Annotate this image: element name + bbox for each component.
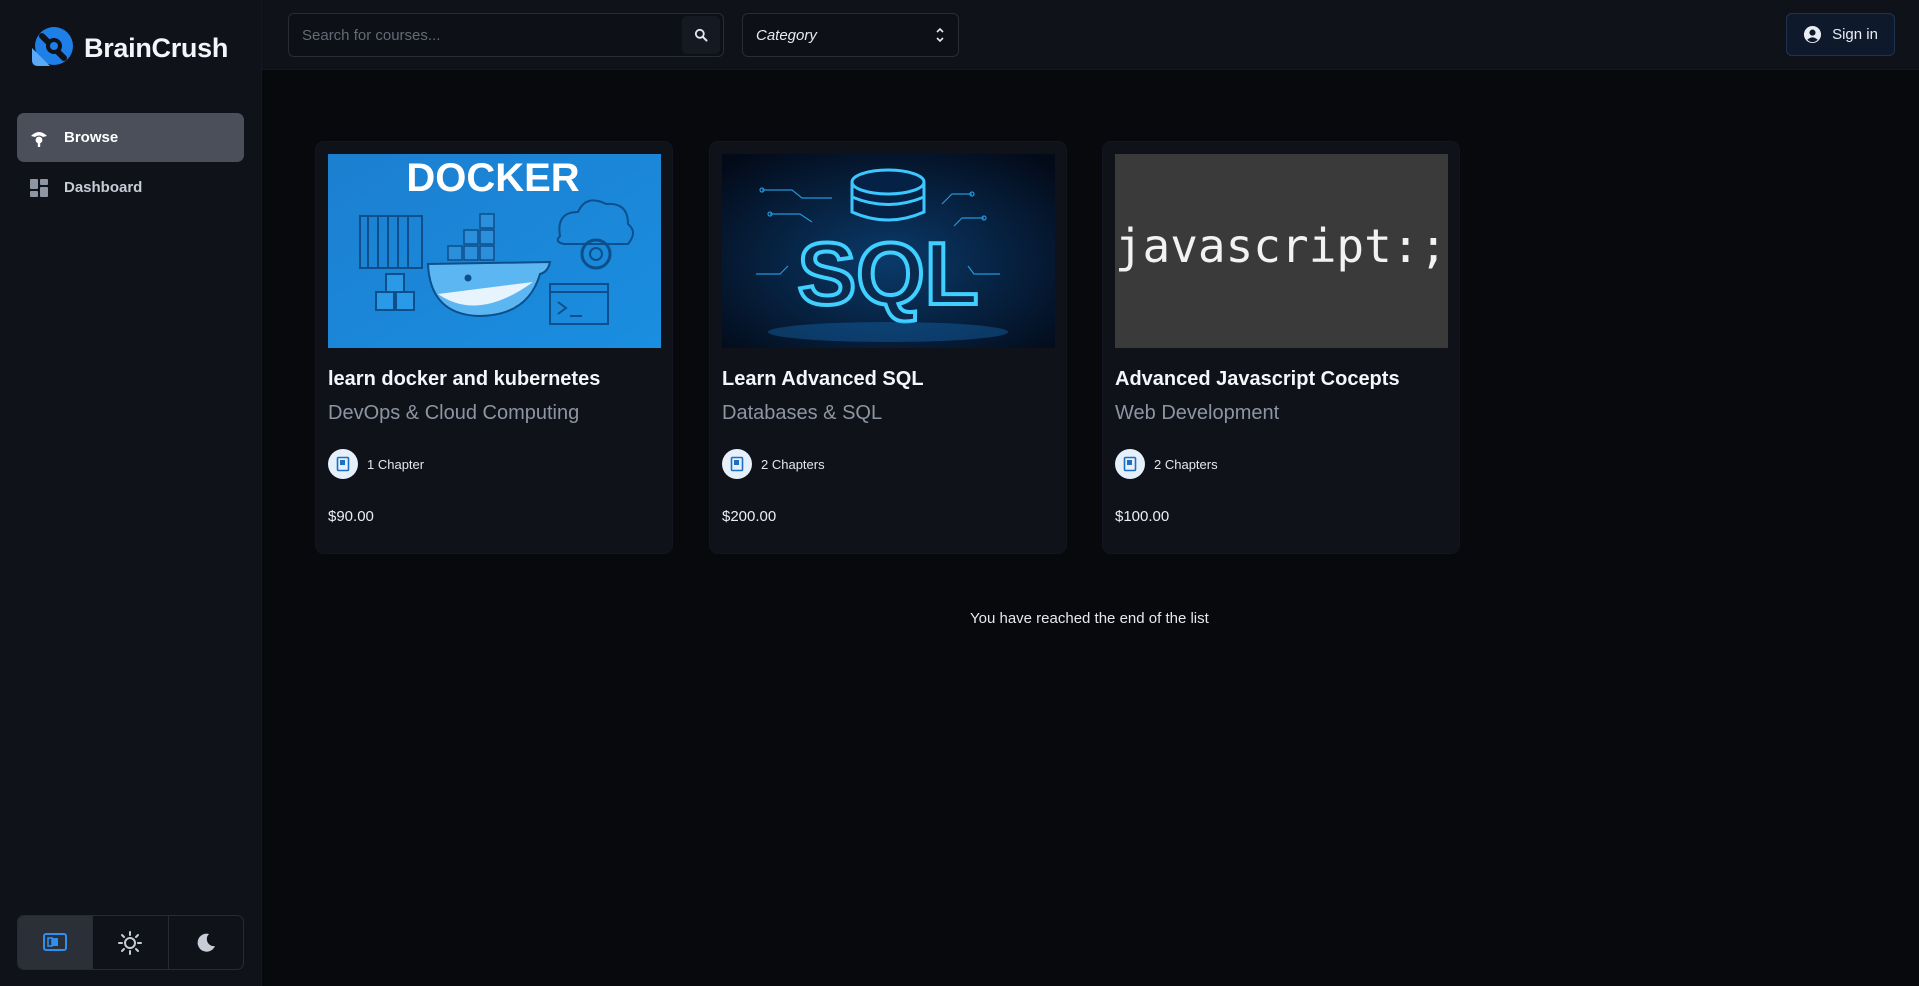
course-image-text: javascript:;	[1115, 219, 1447, 273]
course-price: $100.00	[1115, 508, 1170, 525]
sidebar-item-label: Browse	[64, 129, 119, 146]
book-icon	[328, 449, 358, 479]
theme-switcher	[17, 915, 244, 970]
end-of-list-message: You have reached the end of the list	[970, 610, 1209, 627]
top-bar: Category Sign in	[262, 0, 1919, 70]
course-price: $200.00	[722, 508, 777, 525]
sidebar-nav: Browse Dashboard	[17, 113, 244, 213]
course-chapters: 2 Chapters	[1115, 449, 1218, 479]
app-logo[interactable]: BrainCrush	[29, 25, 228, 71]
light-theme-button[interactable]	[93, 916, 169, 969]
course-title: Learn Advanced SQL	[722, 368, 924, 390]
book-icon	[1115, 449, 1145, 479]
compass-icon	[28, 127, 50, 149]
sun-icon	[118, 930, 143, 955]
course-image-text: DOCKER	[406, 156, 579, 200]
course-category: Databases & SQL	[722, 402, 883, 424]
course-card[interactable]: javascript:; Advanced Javascript Cocepts…	[1102, 141, 1460, 554]
course-image-sql: SQL	[722, 154, 1055, 348]
sidebar-item-dashboard[interactable]: Dashboard	[17, 163, 244, 212]
chapter-count: 2 Chapters	[1154, 456, 1218, 472]
book-icon	[722, 449, 752, 479]
course-card[interactable]: SQL Learn Advanced SQL Databases & SQL 2…	[709, 141, 1067, 554]
search-button[interactable]	[682, 16, 720, 54]
search-bar	[288, 13, 724, 57]
chapter-count: 2 Chapters	[761, 456, 825, 472]
sidebar-item-label: Dashboard	[64, 179, 143, 196]
dashboard-icon	[28, 177, 50, 199]
system-theme-button[interactable]	[18, 916, 94, 969]
course-category: DevOps & Cloud Computing	[328, 402, 580, 424]
user-circle-icon	[1804, 25, 1822, 44]
course-price: $90.00	[328, 508, 374, 525]
sidebar-item-browse[interactable]: Browse	[17, 113, 244, 162]
system-theme-icon	[43, 932, 68, 951]
sign-in-label: Sign in	[1832, 26, 1878, 43]
course-title: learn docker and kubernetes	[328, 368, 601, 390]
category-select[interactable]: Category	[742, 13, 959, 57]
search-input[interactable]	[289, 14, 682, 56]
search-icon	[694, 28, 708, 42]
course-image-javascript: javascript:;	[1115, 154, 1448, 348]
dark-theme-button[interactable]	[169, 916, 243, 969]
course-image-docker: DOCKER	[328, 154, 661, 348]
brain-logo-icon	[32, 27, 73, 66]
course-image-text: SQL	[798, 224, 979, 323]
course-category: Web Development	[1115, 402, 1280, 424]
chapter-count: 1 Chapter	[367, 456, 425, 472]
chevron-up-down-icon	[936, 27, 944, 43]
moon-icon	[197, 933, 215, 952]
course-chapters: 2 Chapters	[722, 449, 825, 479]
sidebar: BrainCrush Browse Dashboard	[0, 0, 262, 986]
course-title: Advanced Javascript Cocepts	[1115, 368, 1400, 390]
course-chapters: 1 Chapter	[328, 449, 424, 479]
app-name: BrainCrush	[84, 32, 229, 63]
category-select-value: Category	[756, 26, 817, 44]
course-card[interactable]: DOCKER learn docker and kubernetes DevOp…	[315, 141, 673, 554]
sign-in-button[interactable]: Sign in	[1786, 13, 1895, 56]
